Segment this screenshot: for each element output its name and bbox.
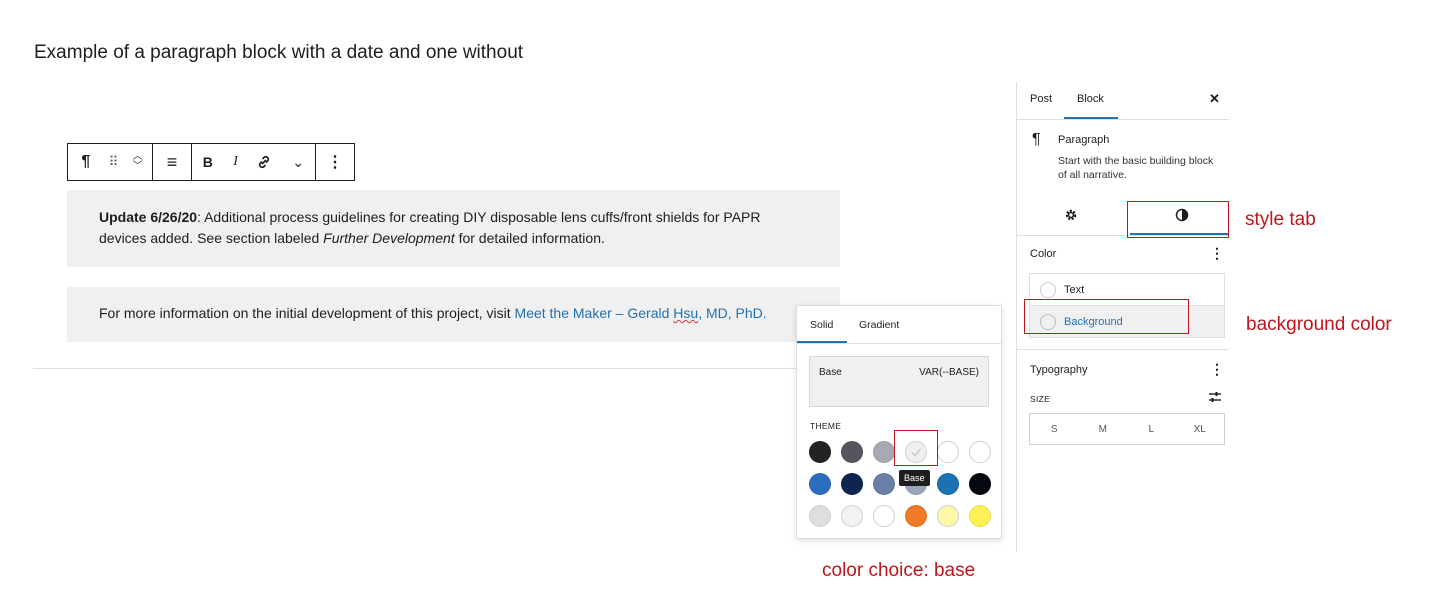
tab-gradient[interactable]: Gradient: [859, 319, 899, 331]
align-icon[interactable]: ≡: [153, 144, 191, 180]
divider: [797, 343, 1001, 344]
annotation-style-tab: style tab: [1245, 209, 1316, 230]
preview-value: VAR(--BASE): [919, 367, 979, 378]
gear-icon[interactable]: [1064, 208, 1078, 227]
tab-block[interactable]: Block: [1077, 93, 1104, 105]
typography-options-icon[interactable]: ⋮: [1210, 361, 1224, 378]
color-swatch[interactable]: [937, 505, 959, 527]
theme-label: THEME: [810, 421, 842, 431]
paragraph-text: For more information on the initial deve…: [99, 305, 515, 321]
block-description: Start with the basic building block of a…: [1058, 155, 1214, 181]
color-swatch[interactable]: [841, 441, 863, 463]
size-label: SIZE: [1030, 394, 1051, 404]
divider: [33, 368, 803, 369]
meet-the-maker-link[interactable]: Meet the Maker – Gerald Hsu, MD, PhD.: [515, 305, 767, 321]
divider: [1017, 119, 1229, 120]
block-toolbar: ¶ ⠿ ︿ ﹀ ≡ B I ⌄ ⋮: [67, 143, 355, 181]
color-options-icon[interactable]: ⋮: [1210, 245, 1224, 262]
drag-handle-icon[interactable]: ⠿: [104, 144, 124, 180]
page-title: Example of a paragraph block with a date…: [34, 42, 524, 63]
color-swatch[interactable]: [937, 473, 959, 495]
font-size-picker: S M L XL: [1029, 413, 1225, 445]
annotation-box-base-swatch: [894, 430, 938, 466]
color-swatch[interactable]: [809, 441, 831, 463]
block-name: Paragraph: [1058, 134, 1110, 146]
tab-solid[interactable]: Solid: [810, 319, 833, 331]
color-swatch[interactable]: [873, 441, 895, 463]
typography-heading: Typography: [1030, 364, 1088, 376]
size-option-l[interactable]: L: [1127, 414, 1176, 444]
size-option-s[interactable]: S: [1030, 414, 1079, 444]
size-option-m[interactable]: M: [1079, 414, 1128, 444]
swatch-tooltip: Base: [899, 470, 930, 486]
link-icon[interactable]: [248, 144, 282, 180]
paragraph-block-undated[interactable]: For more information on the initial deve…: [67, 287, 840, 342]
color-swatch[interactable]: [841, 473, 863, 495]
annotation-background-color: background color: [1246, 314, 1392, 335]
update-date: Update 6/26/20: [99, 209, 198, 225]
color-swatch[interactable]: [905, 505, 927, 527]
annotation-box-style-tab: [1127, 201, 1229, 238]
annotation-box-background: [1024, 299, 1189, 334]
paragraph-block-icon: ¶: [1032, 131, 1041, 148]
color-swatch[interactable]: [873, 505, 895, 527]
color-swatch[interactable]: [841, 505, 863, 527]
move-down-icon[interactable]: ﹀: [133, 162, 143, 172]
color-swatch[interactable]: [873, 473, 895, 495]
color-swatch[interactable]: [809, 505, 831, 527]
bold-button[interactable]: B: [192, 144, 224, 180]
italic-button[interactable]: I: [224, 144, 248, 180]
size-option-xl[interactable]: XL: [1176, 414, 1225, 444]
close-icon[interactable]: ✕: [1209, 91, 1220, 107]
color-swatch[interactable]: [809, 473, 831, 495]
section-reference: Further Development: [323, 230, 455, 246]
color-preview[interactable]: Base VAR(--BASE): [809, 356, 989, 407]
custom-size-icon[interactable]: [1208, 390, 1222, 409]
preview-name: Base: [819, 367, 842, 378]
paragraph-block-dated[interactable]: Update 6/26/20: Additional process guide…: [67, 190, 840, 267]
paragraph-text: for detailed information.: [454, 230, 605, 246]
color-swatch[interactable]: [969, 441, 991, 463]
annotation-color-choice: color choice: base: [822, 560, 976, 581]
paragraph-icon[interactable]: ¶: [68, 144, 104, 180]
color-heading: Color: [1030, 248, 1057, 260]
divider: [1017, 349, 1229, 350]
more-formats-chevron-icon[interactable]: ⌄: [281, 144, 315, 180]
color-swatch[interactable]: [969, 473, 991, 495]
options-icon[interactable]: ⋮: [316, 144, 354, 180]
tab-post[interactable]: Post: [1030, 93, 1052, 105]
color-swatch[interactable]: [969, 505, 991, 527]
text-color-swatch: [1040, 281, 1056, 298]
color-swatch[interactable]: [937, 441, 959, 463]
